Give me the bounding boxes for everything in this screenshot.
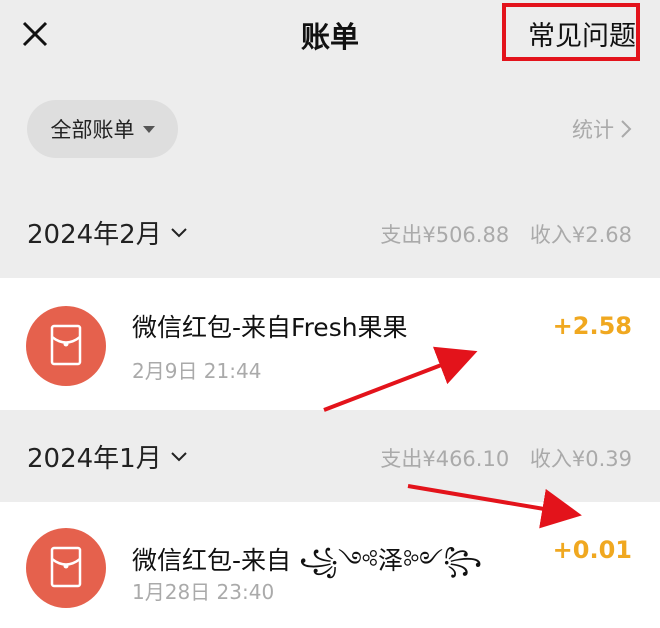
- month-label: 2024年2月: [27, 220, 162, 250]
- all-bills-label: 全部账单: [50, 118, 135, 142]
- dropdown-triangle-icon: [142, 125, 155, 133]
- entry-time: 2月9日 21:44: [132, 359, 262, 383]
- chevron-down-icon: [171, 227, 187, 237]
- month-label: 2024年1月: [27, 444, 162, 474]
- bill-entry[interactable]: 微信红包-来自Fresh果果 2月9日 21:44 +2.58: [0, 278, 660, 410]
- month-expense: 支出¥466.10: [380, 447, 510, 471]
- month-header: 2024年1月 支出¥466.10 收入¥0.39: [0, 410, 660, 502]
- chevron-right-icon: [621, 120, 632, 138]
- chevron-down-icon: [171, 451, 187, 461]
- month-selector[interactable]: 2024年2月: [27, 214, 188, 251]
- all-bills-dropdown[interactable]: 全部账单: [27, 100, 178, 158]
- red-packet-icon: [26, 528, 106, 608]
- stats-link[interactable]: 统计: [572, 114, 632, 144]
- filter-row: 全部账单 统计: [0, 72, 660, 186]
- entry-amount: +0.01: [552, 536, 632, 564]
- faq-button[interactable]: 常见问题: [522, 10, 642, 57]
- bill-entry[interactable]: 微信红包-来自 ꧁༺泽༻꧂ 1月28日 23:40 +0.01: [0, 502, 660, 628]
- month-summary: 支出¥506.88 收入¥2.68: [366, 219, 632, 249]
- month-summary: 支出¥466.10 收入¥0.39: [366, 443, 632, 473]
- month-selector[interactable]: 2024年1月: [27, 438, 188, 475]
- entry-amount: +2.58: [552, 312, 632, 340]
- red-packet-icon: [26, 306, 106, 386]
- entry-time: 1月28日 23:40: [132, 580, 275, 604]
- entry-title: 微信红包-来自Fresh果果: [132, 313, 408, 342]
- month-income: 收入¥0.39: [529, 447, 632, 471]
- month-header: 2024年2月 支出¥506.88 收入¥2.68: [0, 186, 660, 278]
- month-expense: 支出¥506.88: [380, 223, 510, 247]
- month-income: 收入¥2.68: [529, 223, 632, 247]
- top-bar: 账单 常见问题: [0, 0, 660, 72]
- stats-label: 统计: [572, 118, 614, 142]
